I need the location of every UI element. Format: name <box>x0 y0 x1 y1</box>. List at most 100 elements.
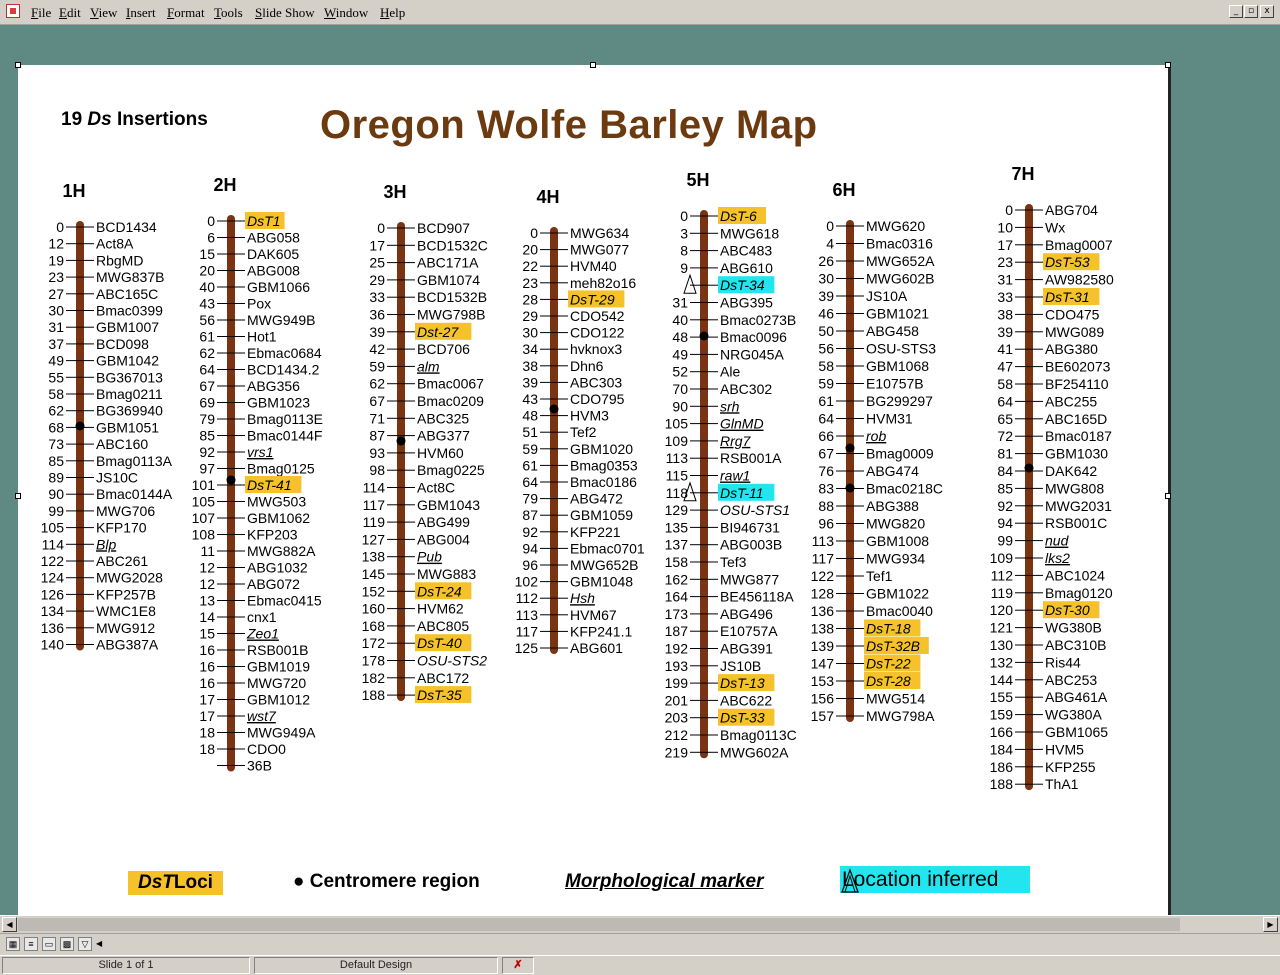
marker-name: ABC172 <box>417 670 469 686</box>
menu-tools[interactable]: Tools <box>214 5 243 21</box>
marker-position: 219 <box>665 744 689 760</box>
marker-name: MWG883 <box>417 566 476 582</box>
marker-7H-25: 130 ABC310B <box>990 637 1107 653</box>
marker-6H-28: 157 MWG798A <box>811 708 935 724</box>
marker-name: Bmag0225 <box>417 462 485 478</box>
marker-5H-8: 49 NRG045A <box>672 346 784 362</box>
slide-view-icon[interactable]: ▭ <box>42 937 56 951</box>
marker-position: 126 <box>41 586 65 602</box>
marker-5H-2: 8 ABC483 <box>680 243 772 259</box>
marker-name: rob <box>866 428 886 444</box>
menu-format[interactable]: Format <box>167 5 205 21</box>
scroll-track[interactable] <box>18 918 1180 931</box>
normal-view-icon[interactable]: ▦ <box>6 937 20 951</box>
marker-3H-7: 42 BCD706 <box>369 341 470 357</box>
marker-6H-15: 83 Bmac0218C <box>818 481 943 497</box>
restore-button[interactable]: ▫ <box>1244 5 1258 18</box>
marker-position: 56 <box>199 312 215 328</box>
marker-name: Bmac0218C <box>866 481 943 497</box>
marker-name: Ris44 <box>1045 654 1081 670</box>
marker-name: MWG820 <box>866 516 925 532</box>
marker-position: 105 <box>41 520 65 536</box>
marker-name: Ale <box>720 364 740 380</box>
slide-show-icon[interactable]: ▽ <box>78 937 92 951</box>
marker-position: 17 <box>997 237 1013 253</box>
marker-name: Bmag0113A <box>96 453 173 469</box>
marker-position: 201 <box>665 692 689 708</box>
marker-position: 173 <box>665 606 689 622</box>
menu-insert[interactable]: Insert <box>126 5 156 21</box>
menu-edit[interactable]: Edit <box>59 5 81 21</box>
marker-name: ABC805 <box>417 618 469 634</box>
scroll-left-icon[interactable]: ◀ <box>2 917 17 932</box>
slide-canvas[interactable]: 19 Ds Insertions Oregon Wolfe Barley Map… <box>15 62 1171 930</box>
marker-6H-14: 76 ABG474 <box>818 463 919 479</box>
marker-6H-4: 39 JS10A <box>818 288 907 304</box>
marker-2H-11: 69 GBM1023 <box>199 395 310 411</box>
marker-2H-3: 20 ABG008 <box>199 263 300 279</box>
marker-4H-5: 29 CDO542 <box>522 308 624 324</box>
marker-name: CDO542 <box>570 308 625 324</box>
marker-name: GBM1062 <box>247 510 310 526</box>
marker-name: ABG496 <box>720 606 773 622</box>
marker-position: 92 <box>199 444 215 460</box>
marker-5H-22: 164 BE456118A <box>665 589 795 605</box>
marker-name: MWG620 <box>866 218 925 234</box>
marker-name: DsT-29 <box>570 291 615 307</box>
marker-position: 49 <box>672 346 688 362</box>
horizontal-scrollbar[interactable]: ◀ ▶ <box>0 915 1280 933</box>
marker-2H-25: 15 Zeo1 <box>199 626 279 642</box>
marker-name: BCD1532B <box>417 289 487 305</box>
powerpoint-app-icon[interactable] <box>6 4 20 18</box>
marker-name: MWG602B <box>866 271 934 287</box>
marker-7H-12: 65 ABC165D <box>997 411 1107 427</box>
chromosome-6H-header: 6H <box>832 180 855 200</box>
marker-position: 16 <box>199 675 215 691</box>
marker-name: Bmac0316 <box>866 236 933 252</box>
menu-window[interactable]: Window <box>324 5 368 21</box>
marker-7H-3: 23 DsT-53 <box>997 253 1100 271</box>
marker-name: cnx1 <box>247 609 277 625</box>
marker-position: 30 <box>48 303 64 319</box>
marker-position: 168 <box>362 618 386 634</box>
marker-1H-11: 62 BG369940 <box>48 403 163 419</box>
marker-6H-13: 67 Bmag0009 <box>818 446 934 462</box>
marker-position: 90 <box>48 486 64 502</box>
menu-view[interactable]: View <box>90 5 117 21</box>
marker-position: 52 <box>672 364 688 380</box>
marker-position: 43 <box>199 296 215 312</box>
minimize-button[interactable]: _ <box>1229 5 1243 18</box>
marker-name: CDO0 <box>247 741 286 757</box>
view-scroll-left-icon[interactable]: ◀ <box>96 937 106 951</box>
marker-5H-28: 201 ABC622 <box>665 692 773 708</box>
marker-position: 130 <box>990 637 1014 653</box>
menu-file[interactable]: File <box>31 5 51 21</box>
marker-position: 135 <box>665 519 689 535</box>
outline-view-icon[interactable]: ≡ <box>24 937 38 951</box>
marker-position: 164 <box>665 589 689 605</box>
marker-name: ABG1032 <box>247 560 308 576</box>
menu-help[interactable]: Help <box>380 5 405 21</box>
marker-name: GBM1074 <box>417 272 480 288</box>
menu-slide-show[interactable]: Slide Show <box>255 5 315 21</box>
close-button[interactable]: x <box>1260 5 1274 18</box>
marker-name: Zeo1 <box>246 626 279 642</box>
marker-position: 117 <box>363 497 386 513</box>
marker-name: JS10A <box>866 288 908 304</box>
marker-5H-5: 31 ABG395 <box>672 295 773 311</box>
marker-name: Bmag0113C <box>720 727 797 743</box>
marker-position: 72 <box>997 428 1013 444</box>
marker-position: 28 <box>522 291 538 307</box>
slide-sorter-view-icon[interactable]: ▩ <box>60 937 74 951</box>
marker-position: 155 <box>990 689 1014 705</box>
marker-position: 31 <box>997 272 1013 288</box>
marker-position: 96 <box>522 557 538 573</box>
marker-position: 96 <box>818 516 834 532</box>
scroll-right-icon[interactable]: ▶ <box>1263 917 1278 932</box>
spelling-status-icon[interactable]: ✗ <box>502 957 534 974</box>
marker-position: 59 <box>818 376 834 392</box>
marker-name: ABC160 <box>96 436 148 452</box>
marker-name: GBM1012 <box>247 692 310 708</box>
marker-position: 0 <box>680 208 688 224</box>
marker-name: Tef3 <box>720 554 747 570</box>
